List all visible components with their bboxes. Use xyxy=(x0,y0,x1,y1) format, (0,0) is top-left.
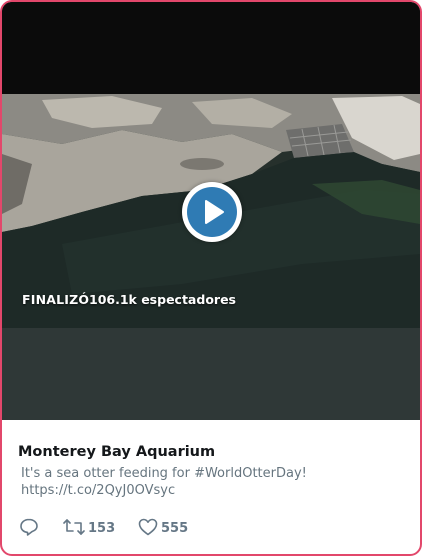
reply-icon xyxy=(20,518,38,536)
tweet-card: FINALIZÓ 106.1k espectadores Monterey Ba… xyxy=(0,0,422,556)
video-player[interactable]: FINALIZÓ 106.1k espectadores xyxy=(2,2,420,420)
retweet-count: 153 xyxy=(88,521,116,536)
reply-button[interactable] xyxy=(19,514,41,542)
like-count: 555 xyxy=(161,521,189,536)
tweet-actions: 153 555 xyxy=(2,514,420,542)
video-letterbox-bottom xyxy=(2,328,420,420)
tweet-link[interactable]: https://t.co/2QyJ0OVsyc xyxy=(21,482,401,499)
tweet-text: It's a sea otter feeding for #WorldOtter… xyxy=(21,465,401,499)
retweet-button[interactable]: 153 xyxy=(63,514,123,542)
tweet-text-line: It's a sea otter feeding for #WorldOtter… xyxy=(21,466,307,481)
like-button[interactable]: 555 xyxy=(138,514,198,542)
play-button[interactable] xyxy=(182,182,242,242)
video-letterbox-top xyxy=(2,2,420,94)
play-icon xyxy=(187,187,237,237)
live-status-label: FINALIZÓ xyxy=(22,292,90,307)
heart-icon xyxy=(138,518,158,536)
author-name[interactable]: Monterey Bay Aquarium xyxy=(18,444,215,460)
viewer-count: 106.1k espectadores xyxy=(89,292,236,307)
retweet-icon xyxy=(63,519,85,535)
